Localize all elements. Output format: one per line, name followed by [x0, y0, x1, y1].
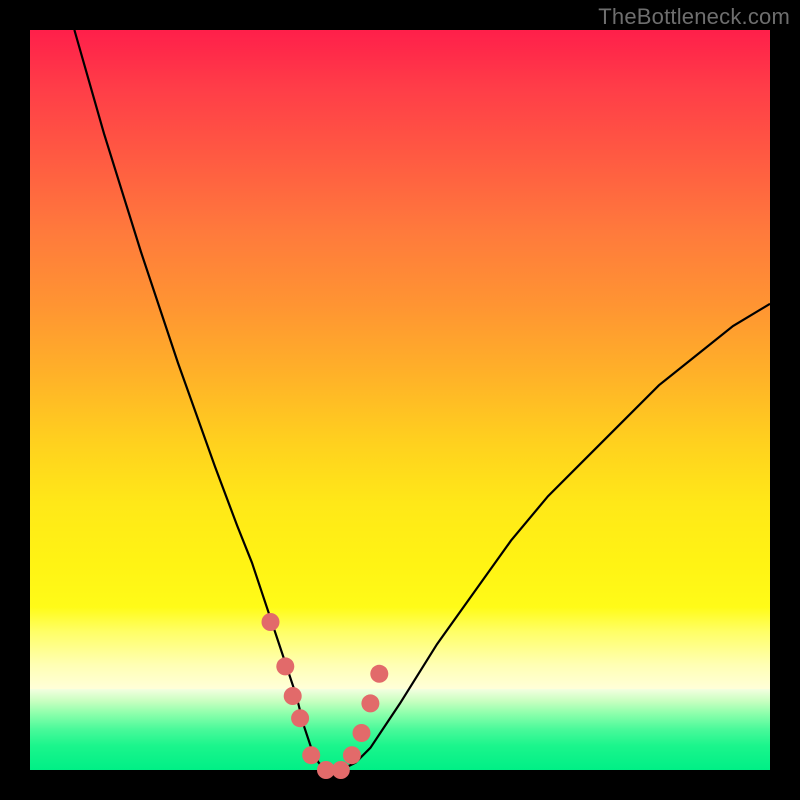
highlight-dot: [284, 687, 302, 705]
highlight-dot: [361, 694, 379, 712]
near-optimal-dots: [262, 613, 389, 779]
highlight-dot: [370, 665, 388, 683]
highlight-dot: [276, 657, 294, 675]
chart-plot-area: [30, 30, 770, 770]
highlight-dot: [291, 709, 309, 727]
highlight-dot: [302, 746, 320, 764]
chart-frame: TheBottleneck.com: [0, 0, 800, 800]
watermark-text: TheBottleneck.com: [598, 4, 790, 30]
highlight-dot: [353, 724, 371, 742]
highlight-dot: [343, 746, 361, 764]
highlight-dot: [332, 761, 350, 779]
bottleneck-curve: [30, 30, 770, 770]
highlight-dot: [262, 613, 280, 631]
curve-line: [74, 30, 770, 770]
